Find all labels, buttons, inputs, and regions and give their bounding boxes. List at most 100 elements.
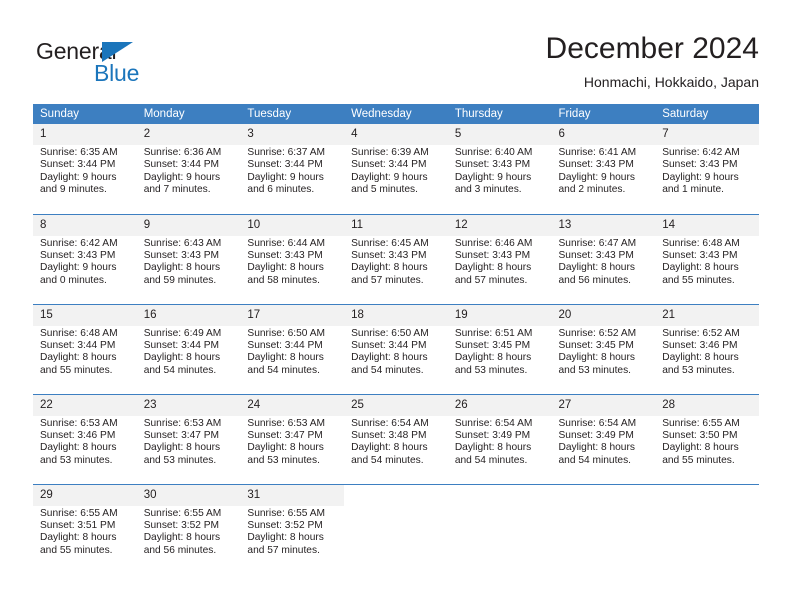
calendar-day-cell[interactable]: 14 Sunrise: 6:48 AM Sunset: 3:43 PM Dayl… [655, 213, 759, 304]
daycell[interactable]: 17 Sunrise: 6:50 AM Sunset: 3:44 PM Dayl… [240, 304, 345, 394]
sunrise-text: Sunrise: 6:54 AM [351, 417, 429, 429]
general-blue-logo[interactable]: General Blue [36, 38, 226, 94]
calendar-day-cell[interactable]: 24 Sunrise: 6:53 AM Sunset: 3:47 PM Dayl… [240, 393, 345, 484]
calendar-day-cell[interactable]: 25 Sunrise: 6:54 AM Sunset: 3:48 PM Dayl… [344, 393, 448, 484]
calendar-day-cell[interactable]: 9 Sunrise: 6:43 AM Sunset: 3:43 PM Dayli… [136, 213, 241, 304]
daycell[interactable]: 15 Sunrise: 6:48 AM Sunset: 3:44 PM Dayl… [33, 304, 137, 394]
daycell[interactable]: 20 Sunrise: 6:52 AM Sunset: 3:45 PM Dayl… [551, 304, 656, 394]
day-number: 8 [33, 214, 137, 236]
calendar-day-cell[interactable]: 27 Sunrise: 6:54 AM Sunset: 3:49 PM Dayl… [551, 393, 656, 484]
daycell[interactable]: 18 Sunrise: 6:50 AM Sunset: 3:44 PM Dayl… [344, 304, 448, 394]
daycell[interactable]: 14 Sunrise: 6:48 AM Sunset: 3:43 PM Dayl… [655, 214, 759, 304]
calendar-day-cell[interactable]: 11 Sunrise: 6:45 AM Sunset: 3:43 PM Dayl… [344, 213, 448, 304]
daycell[interactable]: 21 Sunrise: 6:52 AM Sunset: 3:46 PM Dayl… [655, 304, 759, 394]
sunset-text: Sunset: 3:49 PM [558, 429, 634, 441]
day-number: 1 [33, 124, 137, 145]
daycell[interactable]: 22 Sunrise: 6:53 AM Sunset: 3:46 PM Dayl… [33, 394, 137, 484]
day-number: 22 [33, 394, 137, 416]
calendar-day-cell[interactable]: 10 Sunrise: 6:44 AM Sunset: 3:43 PM Dayl… [240, 213, 345, 304]
calendar-day-cell[interactable]: 5 Sunrise: 6:40 AM Sunset: 3:43 PM Dayli… [447, 124, 552, 214]
daycell-empty [344, 485, 448, 575]
daycell[interactable]: 23 Sunrise: 6:53 AM Sunset: 3:47 PM Dayl… [136, 394, 241, 484]
sunrise-text: Sunrise: 6:55 AM [662, 417, 740, 429]
calendar-day-cell[interactable]: 6 Sunrise: 6:41 AM Sunset: 3:43 PM Dayli… [551, 124, 656, 214]
daycell[interactable]: 1 Sunrise: 6:35 AM Sunset: 3:44 PM Dayli… [33, 124, 137, 214]
weekday-header-row: Sunday Monday Tuesday Wednesday Thursday… [33, 104, 759, 124]
daylight-text: Daylight: 8 hours and 55 minutes. [40, 352, 117, 376]
daycell[interactable]: 30 Sunrise: 6:55 AM Sunset: 3:52 PM Dayl… [136, 484, 241, 575]
daylight-text: Daylight: 8 hours and 54 minutes. [351, 352, 428, 376]
sunset-text: Sunset: 3:44 PM [143, 159, 220, 171]
daycell[interactable]: 11 Sunrise: 6:45 AM Sunset: 3:43 PM Dayl… [344, 214, 448, 304]
calendar-day-cell[interactable]: 12 Sunrise: 6:46 AM Sunset: 3:43 PM Dayl… [447, 213, 552, 304]
day-info: Sunrise: 6:48 AM Sunset: 3:43 PM Dayligh… [655, 236, 759, 288]
daycell[interactable]: 16 Sunrise: 6:49 AM Sunset: 3:44 PM Dayl… [136, 304, 241, 394]
daycell[interactable]: 5 Sunrise: 6:40 AM Sunset: 3:43 PM Dayli… [447, 124, 552, 214]
sunset-text: Sunset: 3:44 PM [40, 159, 116, 171]
day-number: 2 [136, 124, 241, 145]
daycell[interactable]: 26 Sunrise: 6:54 AM Sunset: 3:49 PM Dayl… [447, 394, 552, 484]
daycell[interactable]: 9 Sunrise: 6:43 AM Sunset: 3:43 PM Dayli… [136, 214, 241, 304]
calendar-day-cell[interactable]: 30 Sunrise: 6:55 AM Sunset: 3:52 PM Dayl… [136, 483, 241, 575]
day-info: Sunrise: 6:54 AM Sunset: 3:49 PM Dayligh… [448, 416, 552, 468]
sunrise-text: Sunrise: 6:53 AM [247, 417, 325, 429]
calendar-day-cell[interactable]: 8 Sunrise: 6:42 AM Sunset: 3:43 PM Dayli… [33, 213, 137, 304]
sunset-text: Sunset: 3:46 PM [662, 339, 738, 351]
daycell[interactable]: 25 Sunrise: 6:54 AM Sunset: 3:48 PM Dayl… [344, 394, 448, 484]
calendar-day-cell[interactable]: 21 Sunrise: 6:52 AM Sunset: 3:46 PM Dayl… [655, 303, 759, 394]
daycell[interactable]: 31 Sunrise: 6:55 AM Sunset: 3:52 PM Dayl… [240, 484, 345, 575]
calendar-day-cell[interactable]: 17 Sunrise: 6:50 AM Sunset: 3:44 PM Dayl… [240, 303, 345, 394]
daycell[interactable]: 4 Sunrise: 6:39 AM Sunset: 3:44 PM Dayli… [344, 124, 448, 214]
calendar-day-cell[interactable]: 20 Sunrise: 6:52 AM Sunset: 3:45 PM Dayl… [551, 303, 656, 394]
calendar-day-cell[interactable]: 28 Sunrise: 6:55 AM Sunset: 3:50 PM Dayl… [655, 393, 759, 484]
day-info: Sunrise: 6:49 AM Sunset: 3:44 PM Dayligh… [137, 326, 241, 378]
daycell[interactable]: 3 Sunrise: 6:37 AM Sunset: 3:44 PM Dayli… [240, 124, 345, 214]
calendar-week-row: 8 Sunrise: 6:42 AM Sunset: 3:43 PM Dayli… [33, 213, 759, 304]
daycell[interactable]: 10 Sunrise: 6:44 AM Sunset: 3:43 PM Dayl… [240, 214, 345, 304]
daycell[interactable]: 12 Sunrise: 6:46 AM Sunset: 3:43 PM Dayl… [447, 214, 552, 304]
sunset-text: Sunset: 3:50 PM [662, 429, 738, 441]
calendar-day-cell[interactable]: 4 Sunrise: 6:39 AM Sunset: 3:44 PM Dayli… [344, 124, 448, 214]
day-number: 3 [240, 124, 345, 145]
calendar-day-cell[interactable]: 7 Sunrise: 6:42 AM Sunset: 3:43 PM Dayli… [655, 124, 759, 214]
calendar-day-cell[interactable]: 31 Sunrise: 6:55 AM Sunset: 3:52 PM Dayl… [240, 483, 345, 575]
calendar-day-cell[interactable]: 23 Sunrise: 6:53 AM Sunset: 3:47 PM Dayl… [136, 393, 241, 484]
sunrise-text: Sunrise: 6:52 AM [662, 327, 740, 339]
day-number: 23 [136, 394, 241, 416]
daycell[interactable]: 28 Sunrise: 6:55 AM Sunset: 3:50 PM Dayl… [655, 394, 759, 484]
calendar-day-cell[interactable]: 13 Sunrise: 6:47 AM Sunset: 3:43 PM Dayl… [551, 213, 656, 304]
calendar-week-row: 1 Sunrise: 6:35 AM Sunset: 3:44 PM Dayli… [33, 124, 759, 214]
weekday-header-friday: Friday [551, 104, 656, 124]
calendar-body: 1 Sunrise: 6:35 AM Sunset: 3:44 PM Dayli… [33, 124, 759, 574]
daycell[interactable]: 27 Sunrise: 6:54 AM Sunset: 3:49 PM Dayl… [551, 394, 656, 484]
daycell[interactable]: 19 Sunrise: 6:51 AM Sunset: 3:45 PM Dayl… [447, 304, 552, 394]
daylight-text: Daylight: 9 hours and 5 minutes. [351, 171, 428, 196]
daycell[interactable]: 2 Sunrise: 6:36 AM Sunset: 3:44 PM Dayli… [136, 124, 241, 214]
day-number: 11 [344, 214, 448, 236]
daycell[interactable]: 24 Sunrise: 6:53 AM Sunset: 3:47 PM Dayl… [240, 394, 345, 484]
calendar-day-cell[interactable]: 18 Sunrise: 6:50 AM Sunset: 3:44 PM Dayl… [344, 303, 448, 394]
calendar-day-cell[interactable]: 29 Sunrise: 6:55 AM Sunset: 3:51 PM Dayl… [33, 483, 137, 575]
calendar-day-cell[interactable]: 1 Sunrise: 6:35 AM Sunset: 3:44 PM Dayli… [33, 124, 137, 214]
calendar-day-cell[interactable]: 3 Sunrise: 6:37 AM Sunset: 3:44 PM Dayli… [240, 124, 345, 214]
calendar-day-cell [344, 483, 448, 575]
calendar-head: Sunday Monday Tuesday Wednesday Thursday… [33, 104, 759, 124]
calendar-day-cell[interactable]: 19 Sunrise: 6:51 AM Sunset: 3:45 PM Dayl… [447, 303, 552, 394]
weekday-header-sunday: Sunday [33, 104, 137, 124]
daylight-text: Daylight: 8 hours and 56 minutes. [558, 262, 635, 286]
day-number: 30 [136, 484, 241, 506]
daycell[interactable]: 29 Sunrise: 6:55 AM Sunset: 3:51 PM Dayl… [33, 484, 137, 575]
calendar-day-cell[interactable]: 22 Sunrise: 6:53 AM Sunset: 3:46 PM Dayl… [33, 393, 137, 484]
day-number: 9 [136, 214, 241, 236]
day-number: 17 [240, 304, 345, 326]
daycell[interactable]: 7 Sunrise: 6:42 AM Sunset: 3:43 PM Dayli… [655, 124, 759, 214]
calendar-day-cell[interactable]: 15 Sunrise: 6:48 AM Sunset: 3:44 PM Dayl… [33, 303, 137, 394]
logo-text-blue: Blue [94, 60, 140, 86]
daycell[interactable]: 8 Sunrise: 6:42 AM Sunset: 3:43 PM Dayli… [33, 214, 137, 304]
calendar-day-cell[interactable]: 26 Sunrise: 6:54 AM Sunset: 3:49 PM Dayl… [447, 393, 552, 484]
calendar-day-cell[interactable]: 2 Sunrise: 6:36 AM Sunset: 3:44 PM Dayli… [136, 124, 241, 214]
daycell[interactable]: 13 Sunrise: 6:47 AM Sunset: 3:43 PM Dayl… [551, 214, 656, 304]
calendar-day-cell[interactable]: 16 Sunrise: 6:49 AM Sunset: 3:44 PM Dayl… [136, 303, 241, 394]
daycell[interactable]: 6 Sunrise: 6:41 AM Sunset: 3:43 PM Dayli… [551, 124, 656, 214]
calendar-day-cell [447, 483, 552, 574]
